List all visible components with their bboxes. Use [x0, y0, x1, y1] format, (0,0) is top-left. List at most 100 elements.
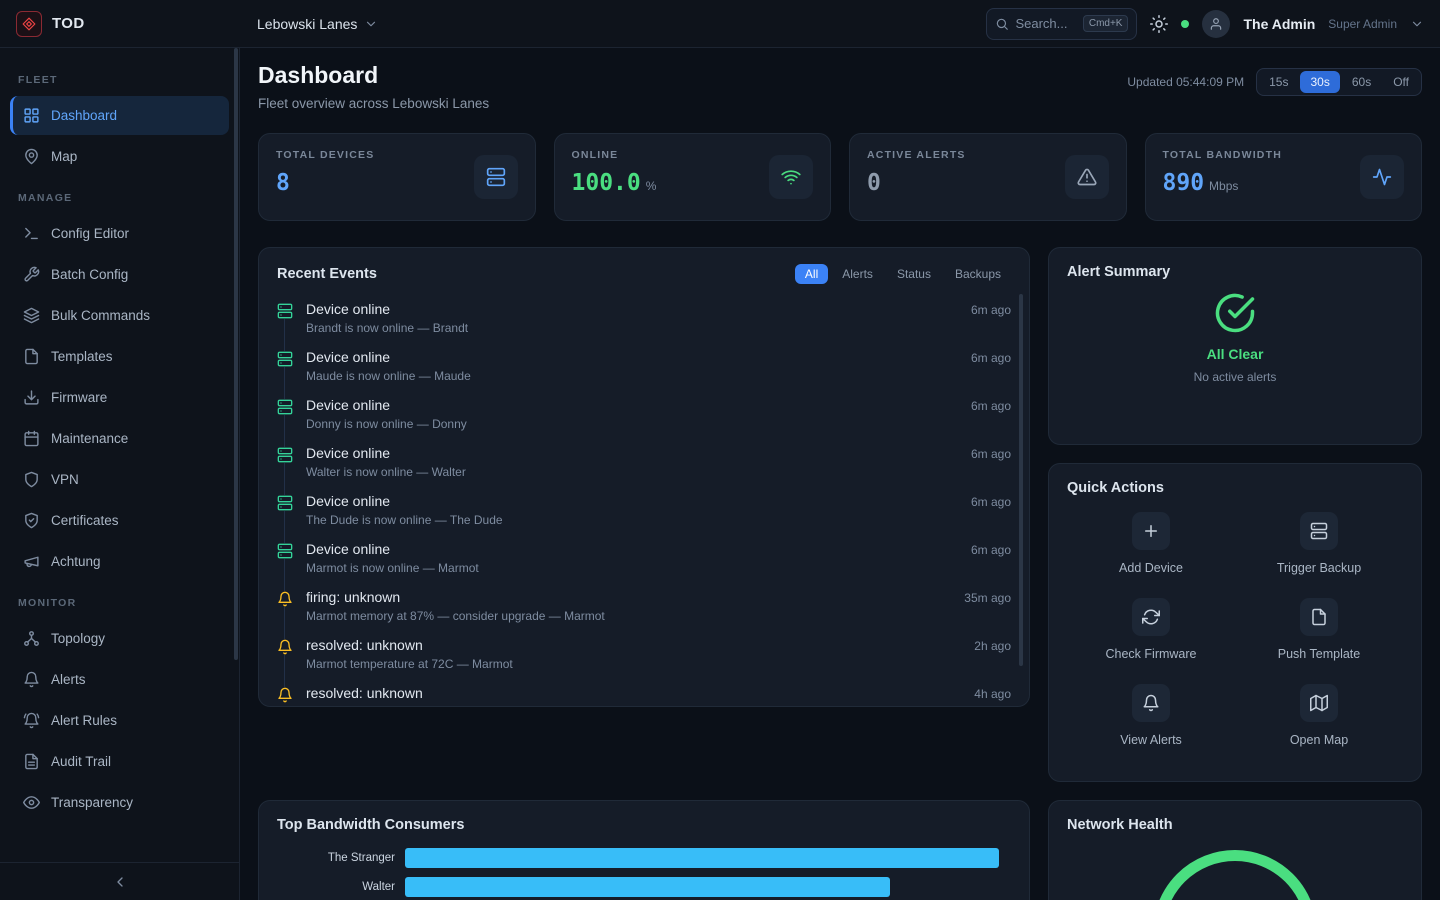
sidebar-item[interactable]: Alerts — [10, 660, 229, 699]
event-detail: Marmot is now online — Marmot — [306, 561, 958, 575]
event-detail: Marmot memory at 87% — consider upgrade … — [306, 609, 951, 623]
quick-action-button[interactable]: Trigger Backup — [1277, 512, 1361, 575]
event-type-icon — [277, 639, 293, 655]
nav-item-label: Maintenance — [51, 431, 128, 446]
user-menu-chevron-icon[interactable] — [1410, 17, 1424, 31]
quick-action-tile — [1132, 512, 1170, 550]
event-row[interactable]: Device online Brandt is now online — Bra… — [277, 294, 1011, 342]
quick-action-tile — [1132, 684, 1170, 722]
nav-item-icon — [23, 471, 40, 488]
sidebar-item[interactable]: Certificates — [10, 501, 229, 540]
network-health-card: Network Health — [1048, 800, 1422, 900]
quick-action-button[interactable]: View Alerts — [1120, 684, 1182, 747]
quick-action-button[interactable]: Check Firmware — [1106, 598, 1197, 661]
bandwidth-rows: The Stranger Walter — [277, 848, 1011, 897]
theme-toggle-sun-icon[interactable] — [1150, 15, 1168, 33]
org-selector[interactable]: Lebowski Lanes — [240, 16, 395, 32]
refresh-option-button[interactable]: 60s — [1342, 71, 1381, 93]
event-type-icon — [277, 543, 293, 559]
event-time: 6m ago — [971, 399, 1011, 413]
search-placeholder: Search... — [1015, 16, 1076, 31]
search-input[interactable]: Search... Cmd+K — [986, 8, 1137, 40]
refresh-option-button[interactable]: 15s — [1259, 71, 1298, 93]
nav-item-icon — [23, 148, 40, 165]
sidebar-item[interactable]: Bulk Commands — [10, 296, 229, 335]
event-row[interactable]: Device online Maude is now online — Maud… — [277, 342, 1011, 390]
sidebar-item[interactable]: Dashboard — [10, 96, 229, 135]
stat-unit: % — [646, 179, 657, 193]
sidebar-item[interactable]: VPN — [10, 460, 229, 499]
sidebar-scrollbar[interactable] — [234, 48, 238, 660]
sidebar-item[interactable]: Firmware — [10, 378, 229, 417]
sidebar-item[interactable]: Audit Trail — [10, 742, 229, 781]
quick-action-tile — [1132, 598, 1170, 636]
sidebar-item[interactable]: Alert Rules — [10, 701, 229, 740]
events-filter-button[interactable]: Backups — [945, 264, 1011, 284]
event-row[interactable]: Device online The Dude is now online — T… — [277, 486, 1011, 534]
page-header: Dashboard Fleet overview across Lebowski… — [258, 62, 1422, 111]
bandwidth-card: Top Bandwidth Consumers The Stranger — [258, 800, 1030, 900]
nav-item-label: Achtung — [51, 554, 101, 569]
nav-item-icon — [23, 389, 40, 406]
stat-unit: Mbps — [1209, 179, 1238, 193]
sidebar-item[interactable]: Batch Config — [10, 255, 229, 294]
quick-action-tile — [1300, 512, 1338, 550]
quick-action-button[interactable]: Push Template — [1278, 598, 1360, 661]
quick-action-button[interactable]: Add Device — [1119, 512, 1183, 575]
nav-section: MONITOR Topology Alerts — [0, 583, 239, 822]
nav-item-icon — [23, 307, 40, 324]
event-row[interactable]: resolved: unknown 4h ago — [277, 678, 1011, 707]
sidebar-item[interactable]: Config Editor — [10, 214, 229, 253]
events-filter-button[interactable]: Status — [887, 264, 941, 284]
event-row[interactable]: resolved: unknown Marmot temperature at … — [277, 630, 1011, 678]
user-icon — [1209, 17, 1223, 31]
nav-item-label: Map — [51, 149, 77, 164]
events-filter-button[interactable]: Alerts — [832, 264, 883, 284]
sidebar-collapse-button[interactable] — [0, 862, 239, 900]
sidebar-item[interactable]: Map — [10, 137, 229, 176]
event-detail: Walter is now online — Walter — [306, 465, 958, 479]
online-status-dot — [1181, 20, 1189, 28]
stat-icon — [1372, 167, 1392, 187]
quick-action-tile — [1300, 598, 1338, 636]
bandwidth-title: Top Bandwidth Consumers — [277, 817, 1011, 833]
sidebar-item[interactable]: Maintenance — [10, 419, 229, 458]
event-body: Device online Donny is now online — Donn… — [306, 397, 958, 431]
sidebar-item[interactable]: Achtung — [10, 542, 229, 581]
event-title: Device online — [306, 493, 958, 509]
event-row[interactable]: firing: unknown Marmot memory at 87% — c… — [277, 582, 1011, 630]
stat-main: TOTAL DEVICES 8 — [276, 149, 374, 205]
app-logo — [16, 11, 42, 37]
event-row[interactable]: Device online Walter is now online — Wal… — [277, 438, 1011, 486]
event-row[interactable]: Device online Marmot is now online — Mar… — [277, 534, 1011, 582]
quick-actions-card: Quick Actions Add Device — [1048, 463, 1422, 782]
events-filter-button[interactable]: All — [795, 264, 828, 284]
event-body: Device online Walter is now online — Wal… — [306, 445, 958, 479]
stat-label: ONLINE — [572, 149, 657, 161]
nav-item-label: Templates — [51, 349, 113, 364]
nav-section: MANAGE Config Editor Batch Config — [0, 178, 239, 581]
nav-section: FLEET Dashboard Map — [0, 60, 239, 176]
bandwidth-row: Walter — [277, 877, 1011, 897]
events-scrollbar[interactable] — [1019, 294, 1023, 666]
quick-action-button[interactable]: Open Map — [1290, 684, 1348, 747]
alert-summary-card: Alert Summary All Clear No active alerts — [1048, 247, 1422, 445]
nav-item-icon — [23, 712, 40, 729]
avatar[interactable] — [1202, 10, 1230, 38]
event-title: Device online — [306, 349, 958, 365]
refresh-option-button[interactable]: Off — [1383, 71, 1419, 93]
org-name: Lebowski Lanes — [257, 16, 357, 32]
alert-summary-status: All Clear — [1207, 346, 1264, 362]
sidebar-item[interactable]: Topology — [10, 619, 229, 658]
sidebar-item[interactable]: Transparency — [10, 783, 229, 822]
event-type-icon — [277, 495, 293, 511]
chevron-left-icon — [112, 874, 128, 890]
event-row[interactable]: Device online Donny is now online — Donn… — [277, 390, 1011, 438]
brand-area: TOD — [0, 11, 240, 37]
stat-label: TOTAL DEVICES — [276, 149, 374, 161]
sidebar-item[interactable]: Templates — [10, 337, 229, 376]
nav-item-label: Certificates — [51, 513, 119, 528]
refresh-option-button[interactable]: 30s — [1300, 71, 1339, 93]
updated-timestamp: Updated 05:44:09 PM — [1127, 75, 1244, 89]
bandwidth-device-label: Walter — [277, 881, 395, 893]
